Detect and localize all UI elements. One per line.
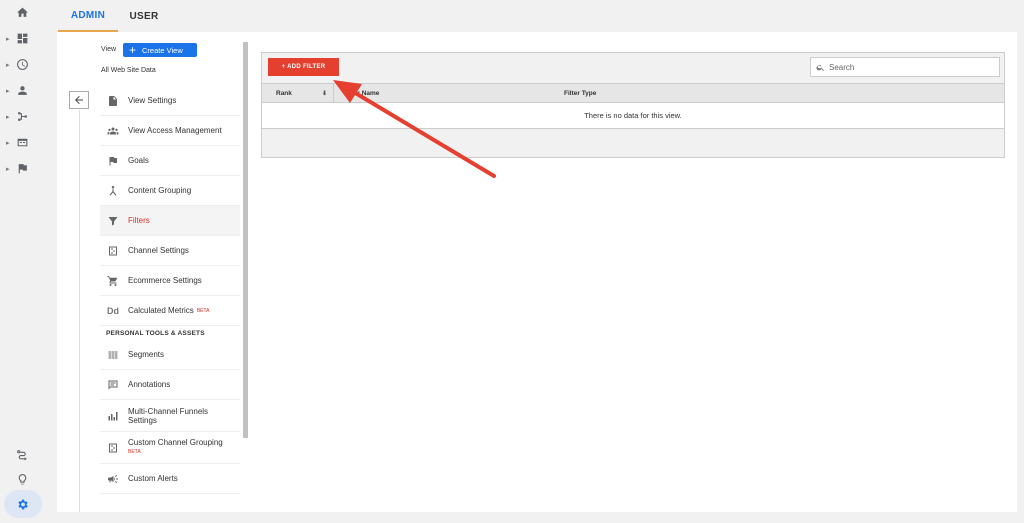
column-header-label: Rank — [276, 89, 292, 97]
people-icon — [106, 124, 120, 138]
create-view-label: Create View — [142, 45, 183, 55]
menu-item-mcf-settings[interactable]: Multi-Channel Funnels Settings — [100, 400, 240, 432]
search-field[interactable]: Search — [810, 57, 1000, 77]
filters-table: + ADD FILTER Search Rank ⬇ Filter Name F… — [261, 52, 1005, 158]
filter-icon — [106, 214, 120, 228]
bar-chart-icon — [106, 409, 120, 423]
search-input[interactable]: Search — [829, 63, 854, 72]
megaphone-icon — [106, 472, 120, 486]
menu-item-label: View Access Management — [128, 126, 222, 135]
menu-item-content-grouping[interactable]: Content Grouping — [100, 176, 240, 206]
menu-item-label: Custom Alerts — [128, 474, 178, 483]
plus-icon: + — [129, 43, 137, 57]
behavior-icon[interactable] — [0, 130, 44, 154]
lightbulb-icon[interactable] — [0, 467, 44, 491]
clock-icon[interactable] — [0, 52, 44, 76]
arrow-left-icon — [75, 96, 83, 104]
back-button[interactable] — [69, 91, 89, 109]
menu-item-view-settings[interactable]: View Settings — [100, 86, 240, 116]
tab-user[interactable]: USER — [122, 0, 166, 32]
admin-panel: View + Create View All Web Site Data Vie… — [57, 32, 1017, 512]
dashboard-icon[interactable] — [0, 26, 44, 50]
add-filter-button[interactable]: + ADD FILTER — [268, 58, 339, 76]
attribution-icon[interactable] — [0, 442, 44, 466]
menu-item-custom-channel-grouping[interactable]: Custom Channel Grouping BETA — [100, 432, 240, 464]
menu-item-label: Channel Settings — [128, 246, 189, 255]
acquisition-icon[interactable] — [0, 104, 44, 128]
menu-item-label: Goals — [128, 156, 149, 165]
menu-item-label: Annotations — [128, 380, 171, 389]
nav-connector-line — [79, 110, 80, 512]
menu-item-custom-alerts[interactable]: Custom Alerts — [100, 464, 240, 494]
flag-icon — [106, 154, 120, 168]
menu-item-channel-settings[interactable]: Channel Settings — [100, 236, 240, 266]
section-title-personal-tools: PERSONAL TOOLS & ASSETS — [106, 329, 205, 337]
menu-item-goals[interactable]: Goals — [100, 146, 240, 176]
tab-admin[interactable]: ADMIN — [58, 0, 118, 32]
menu-item-label: Custom Channel Grouping — [128, 438, 223, 447]
menu-item-label: Multi-Channel Funnels Settings — [128, 406, 209, 425]
view-settings-menu: View Settings View Access Management Goa… — [100, 86, 240, 494]
beta-badge: BETA — [128, 449, 141, 455]
menu-item-label: View Settings — [128, 96, 177, 105]
create-view-button[interactable]: + Create View — [123, 43, 197, 57]
menu-item-label: Calculated Metrics — [128, 306, 194, 315]
menu-item-annotations[interactable]: Annotations — [100, 370, 240, 400]
menu-item-ecommerce-settings[interactable]: Ecommerce Settings — [100, 266, 240, 296]
search-icon — [816, 64, 824, 71]
admin-tabs: ADMIN USER — [44, 0, 1024, 32]
document-icon — [106, 94, 120, 108]
custom-channel-grouping-text: Custom Channel Grouping BETA — [128, 438, 223, 457]
flag-icon[interactable] — [0, 156, 44, 180]
empty-state-row: There is no data for this view. — [262, 103, 1004, 129]
menu-item-calculated-metrics[interactable]: Dd Calculated Metrics BETA — [100, 296, 240, 326]
menu-item-filters[interactable]: Filters — [100, 206, 240, 236]
person-icon[interactable] — [0, 78, 44, 102]
dd-icon: Dd — [107, 305, 119, 316]
sort-down-icon[interactable]: ⬇ — [322, 90, 327, 97]
home-icon[interactable] — [0, 0, 44, 24]
segments-icon — [106, 348, 120, 362]
menu-item-view-access[interactable]: View Access Management — [100, 116, 240, 146]
content-grouping-icon — [106, 184, 120, 198]
gear-icon[interactable] — [0, 492, 44, 516]
column-header-filter-type[interactable]: Filter Type — [564, 84, 596, 102]
view-label: View — [101, 46, 117, 53]
menu-item-label: Filters — [128, 216, 150, 225]
left-nav-rail: ▸ ▸ ▸ ▸ ▸ ▸ — [0, 0, 44, 523]
menu-scrollbar[interactable] — [243, 42, 248, 438]
channel-grouping-icon — [106, 441, 120, 455]
menu-item-label: Segments — [128, 350, 165, 359]
table-header: Rank ⬇ Filter Name Filter Type — [262, 83, 1004, 103]
menu-item-segments[interactable]: Segments — [100, 340, 240, 370]
column-header-rank[interactable]: Rank ⬇ — [262, 84, 334, 102]
menu-item-label: Ecommerce Settings — [128, 276, 202, 285]
menu-item-label: Content Grouping — [128, 186, 192, 195]
cart-icon — [106, 274, 120, 288]
channel-settings-icon — [106, 244, 120, 258]
annotation-icon — [106, 378, 120, 392]
view-selector[interactable]: All Web Site Data — [101, 67, 156, 74]
column-header-filter-name[interactable]: Filter Name — [334, 84, 379, 102]
beta-badge: BETA — [196, 307, 210, 314]
